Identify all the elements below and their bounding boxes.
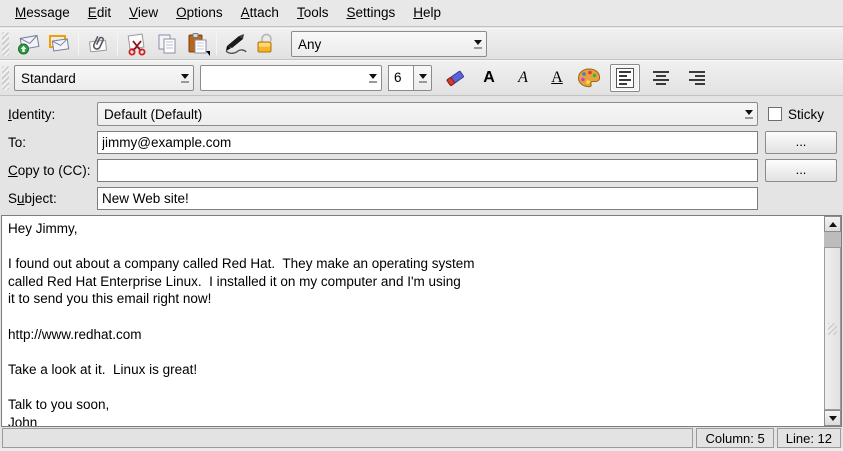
sticky-label: Sticky bbox=[788, 107, 824, 122]
crypto-format-value: Any bbox=[292, 37, 469, 52]
eraser-icon bbox=[442, 66, 468, 90]
text-color-button[interactable] bbox=[574, 64, 604, 92]
scroll-down-button[interactable] bbox=[824, 410, 841, 426]
statusbar-line-indicator: Line: 12 bbox=[777, 428, 841, 448]
menu-attach[interactable]: Attach bbox=[232, 0, 288, 27]
font-size-combobox[interactable]: 6 bbox=[388, 65, 432, 91]
paragraph-style-combobox[interactable]: Standard bbox=[14, 65, 194, 91]
chevron-down-icon bbox=[176, 74, 193, 83]
cc-label: Copy to (CC): bbox=[8, 163, 91, 178]
align-left-icon bbox=[616, 68, 634, 88]
send-mail-icon bbox=[17, 32, 41, 56]
formatting-toolbar: Standard 6 A A A bbox=[0, 60, 843, 96]
copy-button[interactable] bbox=[152, 30, 182, 58]
identity-label: Identity: bbox=[8, 107, 55, 122]
underline-button[interactable]: A bbox=[542, 64, 572, 92]
menubar: Message Edit View Options Attach Tools S… bbox=[0, 0, 843, 27]
align-right-button[interactable] bbox=[682, 64, 712, 92]
to-address-book-button[interactable]: ... bbox=[765, 131, 837, 154]
statusbar-message-area bbox=[2, 428, 693, 448]
chevron-down-icon bbox=[414, 65, 432, 91]
toolbar-grip-handle[interactable] bbox=[2, 32, 9, 56]
bold-button[interactable]: A bbox=[474, 64, 504, 92]
italic-icon: A bbox=[518, 69, 528, 87]
send-mail-button[interactable] bbox=[14, 30, 44, 58]
arrow-down-icon bbox=[829, 416, 837, 421]
to-label: To: bbox=[8, 135, 26, 150]
chevron-down-icon bbox=[469, 40, 486, 49]
paste-button[interactable] bbox=[182, 30, 212, 58]
align-center-button[interactable] bbox=[646, 64, 676, 92]
menu-settings[interactable]: Settings bbox=[337, 0, 404, 27]
subject-input[interactable] bbox=[97, 187, 758, 210]
cc-input[interactable] bbox=[97, 159, 758, 182]
menu-help[interactable]: Help bbox=[404, 0, 450, 27]
menu-tools[interactable]: Tools bbox=[288, 0, 338, 27]
italic-button[interactable]: A bbox=[508, 64, 538, 92]
statusbar: Column: 5 Line: 12 bbox=[0, 428, 843, 448]
align-center-icon bbox=[653, 71, 669, 85]
message-headers: Identity: Default (Default) Sticky To: .… bbox=[0, 96, 843, 215]
sign-message-button[interactable] bbox=[221, 30, 251, 58]
encrypt-message-icon bbox=[254, 32, 278, 56]
crypto-format-combobox[interactable]: Any bbox=[291, 31, 487, 57]
encrypt-message-button[interactable] bbox=[251, 30, 281, 58]
bold-icon: A bbox=[483, 69, 495, 87]
identity-value: Default (Default) bbox=[98, 107, 740, 122]
statusbar-column-indicator: Column: 5 bbox=[696, 428, 773, 448]
menu-view[interactable]: View bbox=[120, 0, 167, 27]
menu-message[interactable]: Message bbox=[6, 0, 79, 27]
sticky-checkbox[interactable] bbox=[768, 107, 782, 121]
menu-edit[interactable]: Edit bbox=[79, 0, 120, 27]
mail-composer-window: Message Edit View Options Attach Tools S… bbox=[0, 0, 843, 451]
identity-combobox[interactable]: Default (Default) bbox=[97, 102, 758, 126]
arrow-up-icon bbox=[829, 222, 837, 227]
cut-button[interactable] bbox=[122, 30, 152, 58]
main-toolbar: Any bbox=[0, 28, 843, 60]
queue-mail-icon bbox=[47, 32, 71, 56]
underline-icon: A bbox=[551, 69, 563, 87]
chevron-down-icon bbox=[740, 110, 757, 119]
cut-icon bbox=[125, 32, 149, 56]
scrollbar-thumb[interactable] bbox=[824, 247, 841, 410]
toolbar-separator bbox=[78, 33, 79, 55]
subject-label: Subject: bbox=[8, 191, 57, 206]
align-left-button[interactable] bbox=[610, 64, 640, 92]
copy-icon bbox=[155, 32, 179, 56]
remove-formatting-button[interactable] bbox=[440, 64, 470, 92]
toolbar-grip-handle[interactable] bbox=[2, 66, 9, 90]
text-color-palette-icon bbox=[576, 66, 602, 90]
align-right-icon bbox=[689, 71, 705, 85]
chevron-down-icon bbox=[364, 74, 381, 83]
editor-scrollbar[interactable] bbox=[824, 216, 841, 426]
sign-message-icon bbox=[223, 32, 249, 56]
toolbar-separator bbox=[216, 33, 217, 55]
attach-file-icon bbox=[86, 32, 110, 56]
attach-file-button[interactable] bbox=[83, 30, 113, 58]
message-body-text[interactable]: Hey Jimmy, I found out about a company c… bbox=[2, 216, 824, 426]
scrollbar-grip-icon bbox=[828, 323, 837, 335]
scroll-up-button[interactable] bbox=[824, 216, 841, 232]
cc-address-book-button[interactable]: ... bbox=[765, 159, 837, 182]
toolbar-separator bbox=[117, 33, 118, 55]
menu-options[interactable]: Options bbox=[167, 0, 232, 27]
font-size-value: 6 bbox=[388, 65, 414, 91]
to-input[interactable] bbox=[97, 131, 758, 154]
queue-mail-button[interactable] bbox=[44, 30, 74, 58]
paragraph-style-value: Standard bbox=[15, 71, 176, 86]
paste-dropdown-arrow-icon bbox=[206, 51, 210, 56]
message-body-editor[interactable]: Hey Jimmy, I found out about a company c… bbox=[1, 215, 842, 427]
font-family-combobox[interactable] bbox=[200, 65, 382, 91]
